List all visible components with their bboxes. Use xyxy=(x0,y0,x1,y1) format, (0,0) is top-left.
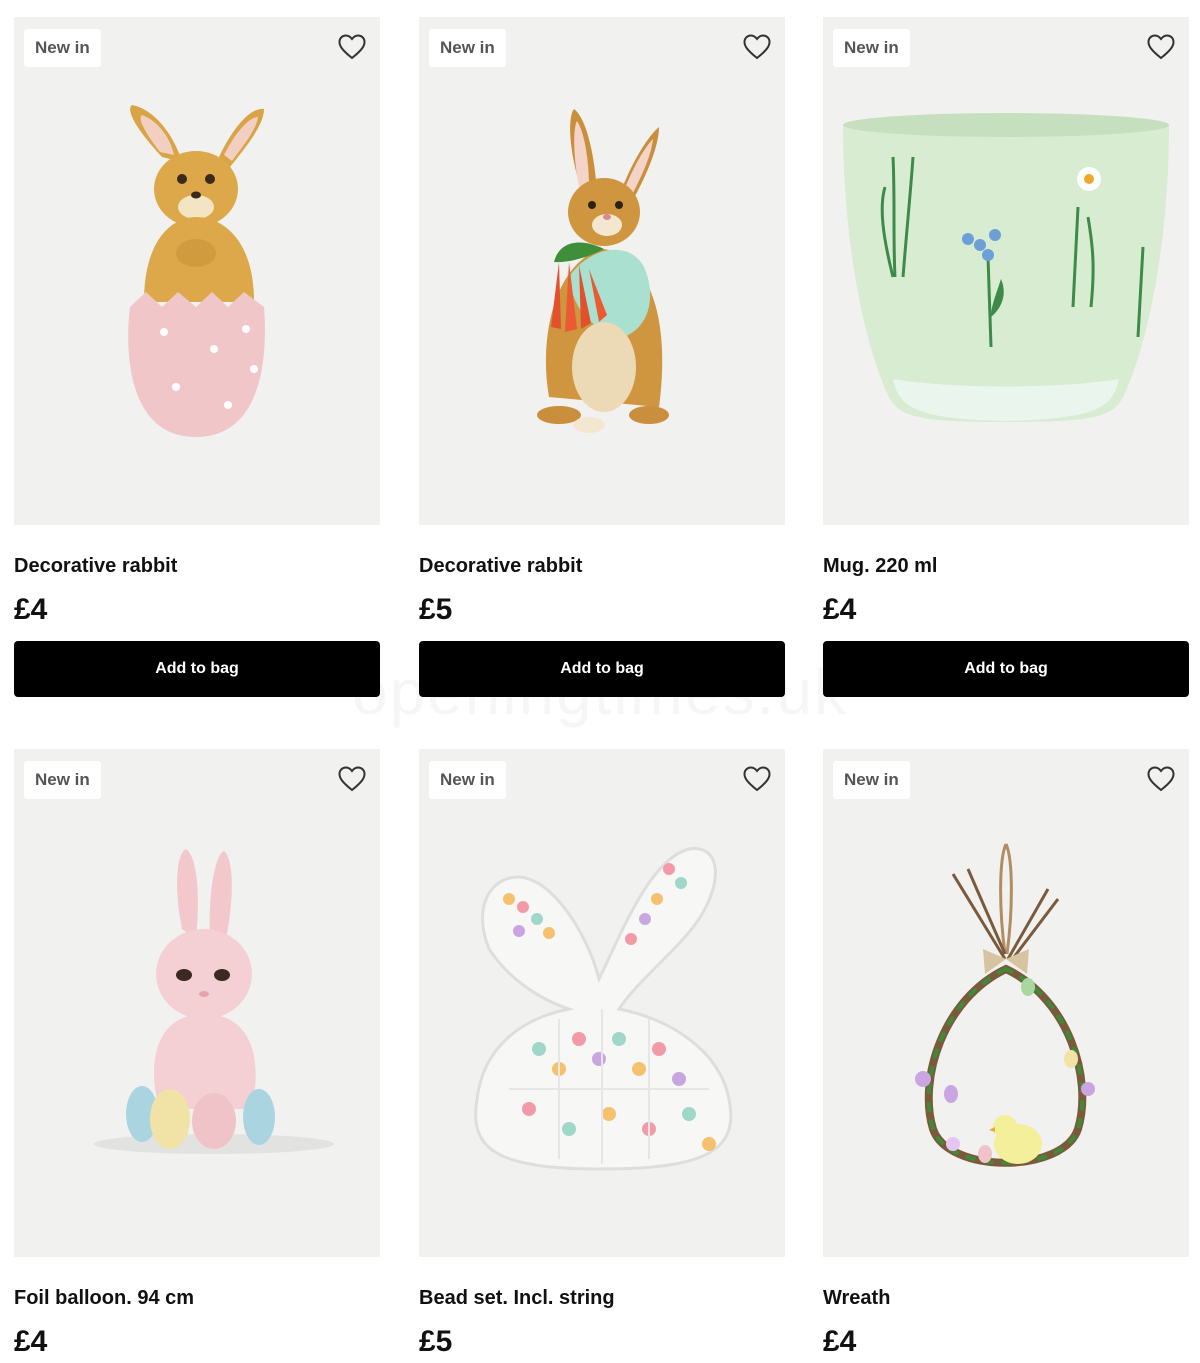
product-name[interactable]: Foil balloon. 94 cm xyxy=(14,1285,380,1311)
product-price: £5 xyxy=(419,1325,453,1358)
product-name[interactable]: Mug. 220 ml xyxy=(823,553,1189,579)
add-to-bag-button[interactable]: Add to bag xyxy=(14,641,380,697)
product-card[interactable]: New in Wreath £4 xyxy=(823,749,1189,1359)
add-to-bag-button[interactable]: Add to bag xyxy=(823,641,1189,697)
heart-outline-icon[interactable] xyxy=(743,766,771,792)
bunny-bead-box-image xyxy=(474,847,733,1171)
rabbit-in-pink-egg-image xyxy=(128,105,265,437)
new-in-badge: New in xyxy=(429,29,506,67)
product-image[interactable]: New in xyxy=(14,749,380,1257)
product-price: £4 xyxy=(14,1325,48,1358)
heart-outline-icon[interactable] xyxy=(1147,34,1175,60)
heart-outline-icon[interactable] xyxy=(743,34,771,60)
new-in-badge: New in xyxy=(429,761,506,799)
new-in-badge: New in xyxy=(833,761,910,799)
product-image[interactable]: New in xyxy=(823,17,1189,525)
easter-wreath-image xyxy=(915,843,1095,1167)
product-image[interactable]: New in xyxy=(823,749,1189,1257)
product-price: £5 xyxy=(419,593,453,626)
product-card[interactable]: New in Decorative rabbit £4 Add to bag xyxy=(14,17,380,697)
add-to-bag-button[interactable]: Add to bag xyxy=(419,641,785,697)
product-card[interactable]: New in Bead set. Incl. string £5 xyxy=(419,749,785,1359)
heart-outline-icon[interactable] xyxy=(338,34,366,60)
product-price: £4 xyxy=(823,593,857,626)
new-in-badge: New in xyxy=(833,29,910,67)
product-price: £4 xyxy=(823,1325,857,1358)
product-card[interactable]: New in Mug. 220 ml £4 Add to bag xyxy=(823,17,1189,697)
product-price: £4 xyxy=(14,593,48,626)
product-name[interactable]: Wreath xyxy=(823,1285,1189,1311)
product-name[interactable]: Decorative rabbit xyxy=(14,553,380,579)
product-name[interactable]: Bead set. Incl. string xyxy=(419,1285,785,1311)
product-card[interactable]: New in Foil balloon. 94 cm £4 xyxy=(14,749,380,1359)
green-floral-mug-image xyxy=(843,113,1169,422)
product-image[interactable]: New in xyxy=(419,749,785,1257)
product-image[interactable]: New in xyxy=(419,17,785,525)
heart-outline-icon[interactable] xyxy=(1147,766,1175,792)
product-image[interactable]: New in xyxy=(14,17,380,525)
heart-outline-icon[interactable] xyxy=(338,766,366,792)
new-in-badge: New in xyxy=(24,29,101,67)
product-card[interactable]: New in Decorative rabbit £5 Add to bag xyxy=(419,17,785,697)
new-in-badge: New in xyxy=(24,761,101,799)
pink-bunny-balloon-image xyxy=(94,849,334,1154)
product-name[interactable]: Decorative rabbit xyxy=(419,553,785,579)
rabbit-with-carrots-image xyxy=(537,109,669,433)
